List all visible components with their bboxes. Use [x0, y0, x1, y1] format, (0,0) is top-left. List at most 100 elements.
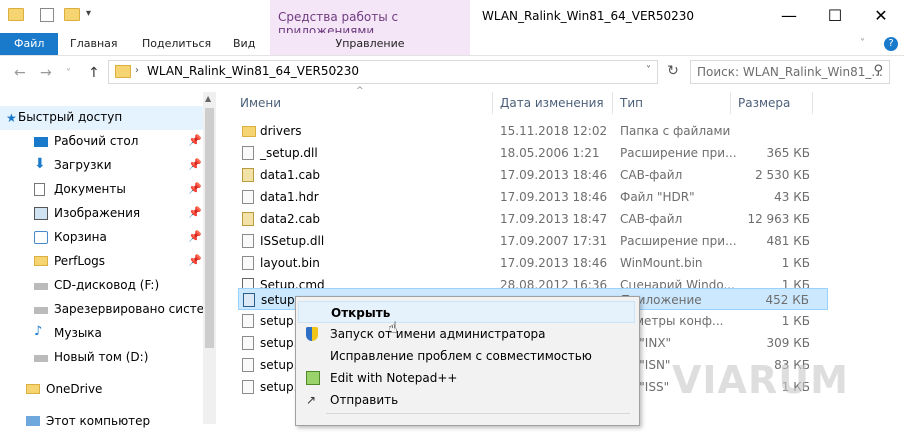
sidebar-item-label: Загрузки [54, 158, 112, 172]
sidebar-item-label: Корзина [54, 230, 107, 244]
sidebar-item-pictures[interactable]: Изображения 📌 [0, 202, 206, 226]
sidebar-item-quick-access[interactable]: ★ Быстрый доступ [0, 106, 206, 130]
computer-icon [26, 416, 40, 426]
column-header-date[interactable]: Дата изменения [500, 96, 604, 110]
file-name: layout.bin [260, 256, 320, 270]
file-row[interactable]: data2.cab 17.09.2013 18:47 CAB-файл 12 9… [238, 208, 828, 230]
new-folder-icon[interactable] [64, 8, 80, 22]
address-dropdown-icon[interactable]: ˅ [646, 65, 651, 76]
breadcrumb[interactable]: WLAN_Ralink_Win81_64_VER50230 [147, 64, 359, 78]
address-bar[interactable]: › WLAN_Ralink_Win81_64_VER50230 › ˅ [108, 60, 658, 84]
refresh-icon[interactable]: ↻ [662, 60, 684, 82]
recycle-bin-icon [34, 231, 48, 244]
pin-icon[interactable]: 📌 [188, 134, 202, 147]
sidebar-item-perflogs[interactable]: PerfLogs 📌 [0, 250, 206, 274]
ribbon-expand-icon[interactable]: ˅ [860, 33, 865, 55]
tab-manage[interactable]: Управление [270, 33, 470, 55]
recent-locations-icon[interactable]: ˅ [66, 68, 71, 79]
pin-icon[interactable]: 📌 [188, 182, 202, 195]
file-row[interactable]: ISSetup.dll 17.09.2007 17:31 Расширение … [238, 230, 828, 252]
sidebar-item-label: Музыка [54, 326, 102, 340]
sidebar-item-recycle-bin[interactable]: Корзина 📌 [0, 226, 206, 250]
file-row[interactable]: _setup.dll 18.05.2006 1:21 Расширение пр… [238, 142, 828, 164]
tab-share[interactable]: Поделиться [142, 33, 211, 55]
file-date: 15.11.2018 12:02 [500, 124, 608, 138]
chevron-down-icon[interactable]: ▾ [86, 8, 100, 22]
documents-icon [34, 183, 45, 196]
help-icon[interactable]: ? [884, 37, 898, 51]
breadcrumb-chevron-icon[interactable]: › [135, 65, 139, 76]
file-row[interactable]: data1.hdr 17.09.2013 18:46 Файл "HDR" 43… [238, 186, 828, 208]
file-date: 17.09.2007 17:31 [500, 234, 608, 248]
file-icon [242, 190, 254, 204]
sidebar-item-desktop[interactable]: Рабочий стол 📌 [0, 130, 206, 154]
search-icon: ⚲ [873, 63, 883, 78]
pin-icon[interactable]: 📌 [188, 206, 202, 219]
cab-file-icon [242, 168, 254, 182]
forward-arrow-icon[interactable]: → [40, 65, 52, 81]
menu-divider [326, 413, 630, 414]
file-size: 2 530 КБ [755, 168, 810, 182]
column-header-type[interactable]: Тип [620, 96, 643, 110]
file-type: Расширение при... [620, 146, 737, 160]
watermark: VIARUM [672, 358, 849, 402]
window-title: WLAN_Ralink_Win81_64_VER50230 [482, 9, 695, 23]
back-arrow-icon[interactable]: ← [14, 65, 26, 81]
pin-icon[interactable]: 📌 [188, 158, 202, 171]
file-size: 481 КБ [766, 234, 810, 248]
menu-item-label: Edit with Notepad++ [330, 371, 458, 385]
sidebar-item-label: PerfLogs [54, 254, 106, 268]
sidebar-item-downloads[interactable]: ⬇ Загрузки 📌 [0, 154, 206, 178]
tab-home[interactable]: Главная [70, 33, 118, 55]
maximize-button[interactable]: ☐ [812, 0, 858, 30]
menu-item-run-as-admin[interactable]: Запуск от имени администратора [298, 323, 635, 345]
column-divider[interactable] [492, 92, 493, 114]
sidebar-item-documents[interactable]: Документы 📌 [0, 178, 206, 202]
column-divider[interactable] [730, 92, 731, 114]
context-menu: Открыть Запуск от имени администратора И… [295, 296, 640, 426]
close-button[interactable]: ✕ [858, 0, 904, 30]
column-header-name[interactable]: Имени [240, 96, 281, 110]
sidebar-item-onedrive[interactable]: OneDrive [0, 378, 206, 402]
sidebar-item-new-volume[interactable]: Новый том (D:) [0, 346, 206, 370]
pictures-icon [34, 207, 48, 220]
sidebar-item-music[interactable]: ♪ Музыка [0, 322, 206, 346]
tab-view[interactable]: Вид [233, 33, 255, 55]
sidebar-item-cd-drive[interactable]: CD-дисковод (F:) [0, 274, 206, 298]
menu-item-label: Открыть [331, 306, 391, 320]
search-input[interactable]: Поиск: WLAN_Ralink_Win81_... ⚲ [690, 60, 890, 84]
sidebar-item-reserved[interactable]: Зарезервировано системой [0, 298, 206, 322]
menu-item-edit-notepadpp[interactable]: Edit with Notepad++ [298, 367, 635, 389]
file-row[interactable]: drivers 15.11.2018 12:02 Папка с файлами [238, 120, 828, 142]
file-type: CAB-файл [620, 168, 683, 182]
file-date: 17.09.2013 18:46 [500, 168, 608, 182]
column-header-size[interactable]: Размера [738, 96, 790, 110]
file-type: WinMount.bin [620, 256, 703, 270]
up-arrow-icon[interactable]: ↑ [88, 65, 100, 81]
menu-item-send-to[interactable]: ↗ Отправить [298, 389, 635, 411]
minimize-button[interactable]: — [766, 0, 812, 30]
column-divider[interactable] [812, 92, 813, 114]
file-date: 18.05.2006 1:21 [500, 146, 600, 160]
pin-icon[interactable]: 📌 [188, 230, 202, 243]
scrollbar-thumb[interactable] [205, 108, 214, 348]
menu-item-troubleshoot-compat[interactable]: Исправление проблем с совместимостью [298, 345, 635, 367]
folder-icon [26, 384, 40, 394]
breadcrumb-chevron-icon[interactable]: › [333, 65, 337, 76]
file-row[interactable]: layout.bin 17.09.2013 18:46 WinMount.bin… [238, 252, 828, 274]
sidebar-item-this-pc[interactable]: Этот компьютер [0, 410, 206, 434]
file-name: ISSetup.dll [260, 234, 325, 248]
file-size: 43 КБ [774, 190, 810, 204]
scroll-up-icon[interactable]: ▲ [205, 94, 211, 103]
column-divider[interactable] [612, 92, 613, 114]
pin-icon[interactable]: 📌 [188, 254, 202, 267]
tab-file[interactable]: Файл [0, 33, 59, 55]
sidebar-item-label: Документы [54, 182, 126, 196]
sidebar-scrollbar[interactable]: ▲ [203, 92, 216, 424]
file-row[interactable]: data1.cab 17.09.2013 18:46 CAB-файл 2 53… [238, 164, 828, 186]
menu-item-open[interactable]: Открыть [298, 301, 635, 323]
file-icon [242, 358, 254, 372]
properties-icon[interactable] [40, 8, 54, 22]
file-size: 1 КБ [781, 256, 810, 270]
file-name: drivers [260, 124, 302, 138]
